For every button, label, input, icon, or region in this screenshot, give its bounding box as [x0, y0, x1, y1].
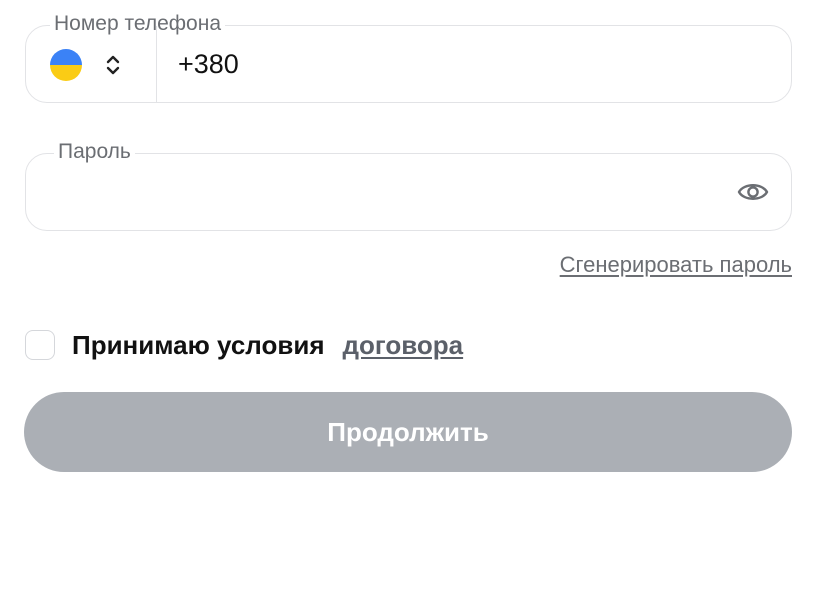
password-field: Пароль	[25, 139, 792, 231]
continue-button[interactable]: Продолжить	[24, 392, 792, 472]
terms-row: Принимаю условия договора	[25, 328, 463, 362]
terms-contract-link[interactable]: договора	[342, 330, 463, 361]
registration-form: Номер телефона Пароль Сгенерировать паро…	[0, 0, 816, 616]
terms-checkbox[interactable]	[25, 330, 55, 360]
terms-label: Принимаю условия	[72, 329, 325, 360]
generate-password-link[interactable]: Сгенерировать пароль	[560, 252, 792, 278]
phone-field: Номер телефона	[25, 11, 792, 103]
password-input[interactable]	[54, 154, 714, 230]
ukraine-flag-icon	[50, 49, 82, 81]
chevron-up-down-icon	[106, 55, 120, 75]
phone-input[interactable]	[178, 26, 758, 102]
country-code-select[interactable]	[26, 26, 157, 102]
eye-icon[interactable]	[737, 178, 769, 206]
